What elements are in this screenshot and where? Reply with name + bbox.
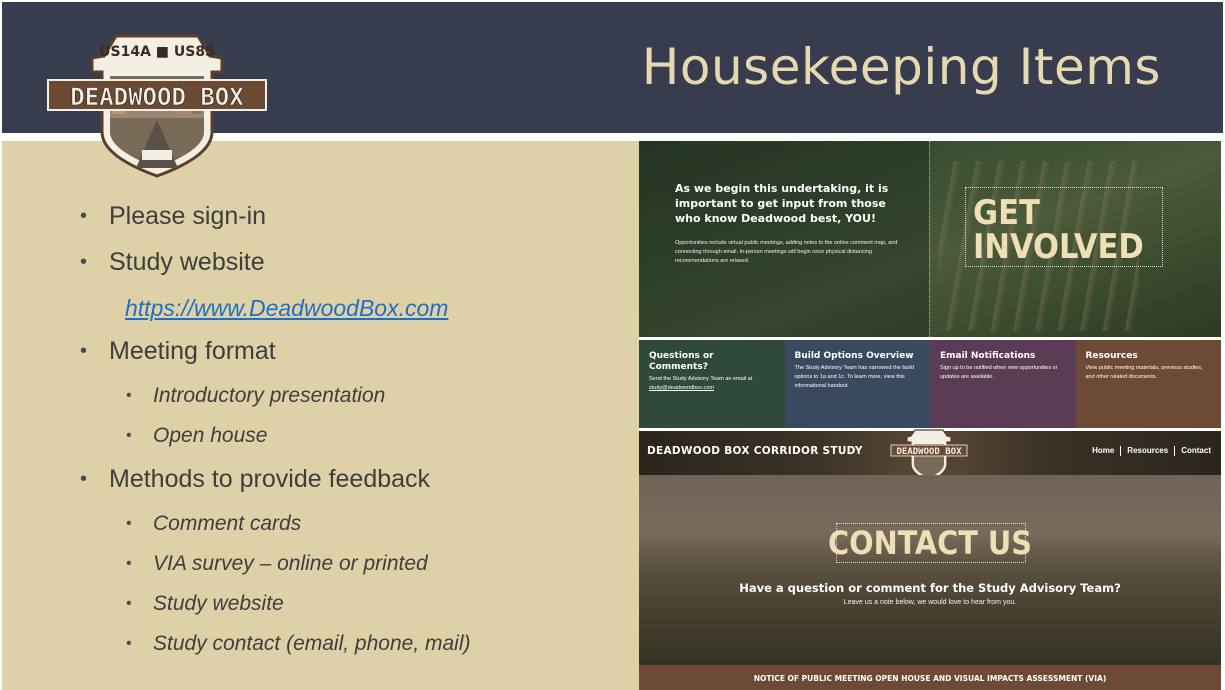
deadwood-box-logo: US14A ■ US85 DEADWOOD BOX (47, 34, 267, 178)
contact-question: Have a question or comment for the Study… (739, 581, 1121, 595)
get-involved-line2: INVOLVED (973, 227, 1144, 267)
get-involved-line1: GET (973, 193, 1040, 233)
logo-brand-text: DEADWOOD BOX (70, 83, 244, 111)
site-navbar: DEADWOOD BOX CORRIDOR STUDY DEADWOOD BOX… (639, 429, 1221, 482)
hero-heading: As we begin this undertaking, it is impo… (675, 182, 889, 225)
housekeeping-list: Please sign-in Study website https://www… (80, 196, 620, 665)
website-screenshot: As we begin this undertaking, it is impo… (639, 141, 1221, 690)
slide-title: Housekeeping Items (641, 38, 1161, 96)
notice-banner[interactable]: NOTICE OF PUBLIC MEETING OPEN HOUSE AND … (639, 665, 1221, 690)
sub-bullet-introductory: Introductory presentation (80, 377, 620, 417)
study-website-link[interactable]: https://www.DeadwoodBox.com (125, 295, 448, 321)
tile-text: Sign up to be notified when new opportun… (940, 365, 1058, 380)
hero-body: Opportunities include virtual public mee… (675, 240, 898, 264)
tile-title: Build Options Overview (794, 351, 914, 361)
site-title: DEADWOOD BOX CORRIDOR STUDY (647, 445, 863, 457)
bullet-study-website: Study website (80, 242, 620, 288)
contact-heading: CONTACT US (827, 524, 1032, 562)
nav-resources[interactable]: Resources (1120, 446, 1174, 456)
logo-route-text: US14A ■ US85 (99, 44, 215, 60)
tile-text: The Study Advisory Team has narrowed the… (794, 365, 914, 389)
contact-section: CONTACT US Have a question or comment fo… (639, 475, 1221, 665)
bullet-meeting-format: Meeting format (80, 331, 620, 377)
tile-text: Send the Study Advisory Team an email at (649, 376, 753, 382)
sub-bullet-study-contact: Study contact (email, phone, mail) (80, 625, 620, 665)
email-link[interactable]: study@deadwoodbox.com (649, 384, 775, 393)
tile-build-options[interactable]: Build Options Overview The Study Advisor… (784, 340, 930, 428)
tile-email-notifications[interactable]: Email Notifications Sign up to be notifi… (930, 340, 1076, 428)
tile-title: Email Notifications (940, 351, 1036, 361)
url-row: https://www.DeadwoodBox.com (80, 288, 620, 331)
nav-contact[interactable]: Contact (1174, 446, 1217, 456)
site-logo-text: DEADWOOD BOX (896, 447, 962, 457)
sub-bullet-comment-cards: Comment cards (80, 505, 620, 545)
tile-title: Questions or Comments? (649, 351, 714, 372)
nav-links: Home Resources Contact (1086, 446, 1217, 456)
tile-questions[interactable]: Questions or Comments? Send the Study Ad… (639, 340, 785, 428)
tile-title: Resources (1085, 351, 1138, 361)
nav-home[interactable]: Home (1086, 446, 1120, 456)
bullet-feedback-methods: Methods to provide feedback (80, 459, 620, 505)
sub-bullet-via-survey: VIA survey – online or printed (80, 545, 620, 585)
bullet-sign-in: Please sign-in (80, 196, 620, 242)
tile-text: View public meeting materials, previous … (1085, 365, 1203, 380)
site-logo[interactable]: DEADWOOD BOX (889, 426, 969, 482)
sub-bullet-study-website: Study website (80, 585, 620, 625)
tile-resources[interactable]: Resources View public meeting materials,… (1075, 340, 1221, 428)
contact-subtext: Leave us a note below, we would love to … (843, 599, 1017, 606)
info-tiles: Questions or Comments? Send the Study Ad… (639, 340, 1221, 428)
sub-bullet-open-house: Open house (80, 417, 620, 457)
hero-section: As we begin this undertaking, it is impo… (639, 141, 1221, 337)
